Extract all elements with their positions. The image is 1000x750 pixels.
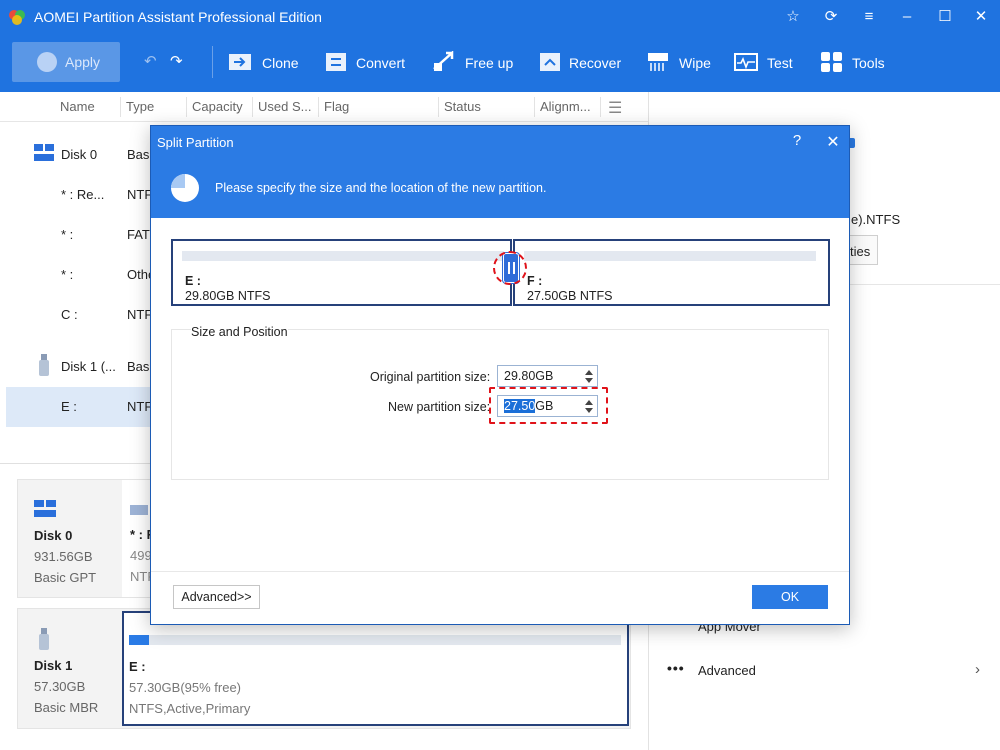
column-used-space[interactable]: Used S...: [258, 99, 311, 114]
maximize-icon[interactable]: ☐: [932, 5, 958, 29]
clone-icon: [229, 54, 251, 70]
column-capacity[interactable]: Capacity: [192, 99, 243, 114]
usb-drive-icon: [39, 628, 49, 650]
partition-used-fill: [129, 635, 149, 645]
column-name[interactable]: Name: [60, 99, 95, 114]
app-logo-icon: [9, 10, 25, 25]
partition-f-box[interactable]: F : 27.50GB NTFS: [513, 239, 830, 306]
column-type[interactable]: Type: [126, 99, 154, 114]
dialog-header: Split Partition ? ✕ Please specify the s…: [151, 126, 849, 218]
group-title: Size and Position: [191, 325, 288, 339]
partition-usage-bar: [130, 505, 148, 515]
convert-icon: [326, 53, 346, 71]
dialog-instruction: Please specify the size and the location…: [215, 181, 547, 195]
new-size-label: New partition size:: [388, 400, 491, 414]
chevron-right-icon: ›: [975, 661, 980, 678]
disk-card[interactable]: Disk 1 57.30GB Basic MBR E : 57.30GB(95%…: [17, 608, 631, 729]
original-size-label: Original partition size:: [370, 370, 491, 384]
partition-card-selected[interactable]: E : 57.30GB(95% free) NTFS,Active,Primar…: [122, 611, 629, 726]
usb-drive-icon: [39, 354, 49, 376]
column-alignment[interactable]: Alignm...: [540, 99, 591, 114]
refresh-icon[interactable]: ⟳: [818, 5, 844, 29]
partition-e-box[interactable]: E : 29.80GB NTFS: [171, 239, 512, 306]
undo-icon[interactable]: ↶: [144, 52, 157, 70]
toolbar: Apply ↶ ↷ Clone Convert Free up Recover …: [0, 38, 1000, 86]
partition-bar: [182, 251, 504, 261]
dialog-footer-divider: [151, 571, 849, 572]
dialog-title: Split Partition: [157, 135, 234, 150]
free-up-icon: [433, 51, 454, 71]
menu-icon[interactable]: ≡: [856, 5, 882, 29]
check-icon: [37, 52, 57, 72]
apply-button[interactable]: Apply: [12, 42, 120, 82]
partition-usage-bar: [129, 635, 621, 645]
minimize-icon[interactable]: –: [894, 5, 920, 29]
disk-icon: [34, 144, 54, 161]
disk-icon: [34, 500, 56, 517]
column-status[interactable]: Status: [444, 99, 481, 114]
more-dots-icon: •••: [667, 660, 685, 676]
pie-chart-icon: [171, 174, 199, 202]
redo-icon[interactable]: ↷: [170, 52, 183, 70]
top-bar: AOMEI Partition Assistant Professional E…: [0, 0, 1000, 92]
original-size-field[interactable]: 29.80GB: [497, 365, 598, 387]
title-bar: AOMEI Partition Assistant Professional E…: [0, 0, 1000, 34]
tools-icon: [821, 52, 842, 72]
recover-icon: [540, 53, 560, 71]
partition-bar: [524, 251, 816, 261]
dialog-close-icon[interactable]: ✕: [823, 132, 843, 152]
column-header: Name Type Capacity Used S... Flag Status…: [0, 92, 648, 122]
column-flag[interactable]: Flag: [324, 99, 349, 114]
spin-down-icon[interactable]: [585, 378, 593, 383]
highlight-circle: [493, 251, 527, 285]
spin-up-icon[interactable]: [585, 370, 593, 375]
toolbar-divider: [212, 46, 213, 78]
advanced-button[interactable]: Advanced>>: [173, 585, 260, 609]
ok-button[interactable]: OK: [752, 585, 828, 609]
highlight-rectangle: [489, 387, 608, 424]
test-icon: [734, 53, 758, 71]
columns-settings-icon[interactable]: ☰: [608, 98, 622, 118]
app-title: AOMEI Partition Assistant Professional E…: [34, 9, 322, 25]
help-icon[interactable]: ?: [787, 132, 807, 149]
wipe-icon: [648, 53, 668, 71]
star-icon[interactable]: ☆: [780, 5, 806, 29]
close-icon[interactable]: ✕: [968, 5, 994, 29]
advanced-item[interactable]: ••• Advanced ›: [667, 660, 987, 684]
